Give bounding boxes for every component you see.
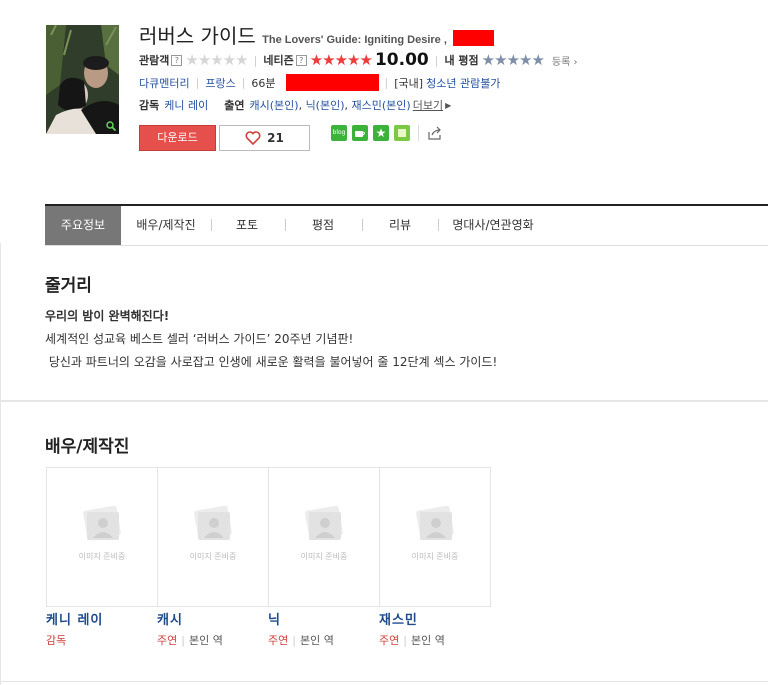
register-rating-link[interactable]: 등록 › (552, 53, 578, 68)
image-placeholder-icon (416, 506, 454, 541)
ratings-row: 관람객 ? ★★★★★ | 네티즌 ? ★★★★★ 10.00 | 내 평점 ★… (139, 50, 578, 70)
placeholder-text: 이미지 준비중 (300, 552, 348, 561)
section-divider (0, 681, 768, 682)
cast-card-image[interactable]: 이미지 준비중 (46, 467, 158, 607)
like-count: 21 (267, 131, 284, 145)
redacted-release-date (285, 74, 379, 91)
placeholder-text: 이미지 준비중 (189, 552, 237, 561)
synopsis-heading: 줄거리 (45, 276, 92, 296)
heart-icon (245, 131, 261, 145)
cafe-icon[interactable] (352, 125, 368, 141)
blog-icon[interactable]: blog (331, 125, 347, 141)
divider (418, 125, 419, 141)
divider: | (195, 76, 200, 89)
placeholder-text: 이미지 준비중 (78, 552, 126, 561)
share-icon[interactable] (427, 125, 443, 141)
info-row: 다큐멘터리 | 프랑스 | 66분 | [국내] 청소년 관람불가 (139, 74, 500, 91)
title-english: The Lovers' Guide: Igniting Desire , (262, 34, 447, 46)
role-type: 주연 (379, 634, 400, 647)
person-name-link[interactable]: 케니 레이 (46, 609, 103, 628)
movie-title: 러버스 가이드 The Lovers' Guide: Igniting Desi… (139, 20, 495, 49)
cast-label: 출연 (224, 99, 245, 112)
person-role: 주연 | 본인 역 (379, 634, 445, 647)
director-link[interactable]: 케니 레이 (164, 97, 208, 113)
genre-link[interactable]: 다큐멘터리 (139, 75, 190, 91)
redacted-year (453, 29, 495, 46)
tab-ratings[interactable]: 평점 (285, 206, 361, 245)
more-cast-link[interactable]: 더보기 (413, 97, 443, 113)
divider: | (241, 76, 246, 89)
director-label: 감독 (139, 99, 160, 112)
country-link[interactable]: 프랑스 (205, 75, 235, 91)
help-icon[interactable]: ? (295, 54, 307, 66)
synopsis-line: 당신과 파트너의 오감을 사로잡고 인생에 새로운 활력을 불어넣어 줄 12단… (45, 355, 498, 369)
tab-photos[interactable]: 포토 (211, 206, 283, 245)
caret-right-icon: ▶ (445, 100, 452, 110)
synopsis-line: 세계적인 성교육 베스트 셀러 ‘러버스 가이드’ 20주년 기념판! (45, 332, 354, 346)
tab-reviews[interactable]: 리뷰 (362, 206, 438, 245)
person-role: 주연 | 본인 역 (268, 634, 334, 647)
image-placeholder-icon (83, 506, 121, 541)
role-name: 본인 역 (410, 634, 445, 647)
divider: | (253, 53, 258, 67)
share-icons: blog ★ (331, 125, 443, 141)
person-role: 주연 | 본인 역 (157, 634, 223, 647)
audience-rating-label: 관람객 (139, 54, 170, 67)
synopsis-body: 우리의 밤이 완벽해진다! 세계적인 성교육 베스트 셀러 ‘러버스 가이드’ … (45, 305, 497, 374)
cast-card-image[interactable]: 이미지 준비중 (268, 467, 380, 607)
netizen-score: 10.00 (374, 50, 429, 70)
divider: | (384, 76, 389, 89)
cast-heading: 배우/제작진 (45, 437, 130, 457)
cast-link-1[interactable]: 캐시(본인) (249, 97, 298, 113)
audience-stars: ★★★★★ (185, 50, 248, 69)
credits-row: 감독 케니 레이 출연 캐시(본인), 닉(본인), 재스민(본인) 더보기 ▶ (139, 97, 452, 113)
role-type: 주연 (268, 634, 289, 647)
tab-cast-crew[interactable]: 배우/제작진 (121, 206, 211, 245)
help-icon[interactable]: ? (171, 54, 183, 66)
tab-main-info[interactable]: 주요정보 (45, 206, 121, 245)
placeholder-text: 이미지 준비중 (411, 552, 459, 561)
zoom-icon[interactable] (106, 121, 116, 131)
netizen-stars: ★★★★★ (309, 50, 373, 69)
my-rating-label: 내 평점 (444, 54, 479, 67)
chevron-right-icon: › (573, 56, 578, 68)
netizen-rating-label: 네티즌 (263, 54, 294, 67)
grade-prefix: [국내] (394, 76, 424, 90)
synopsis-tagline: 우리의 밤이 완벽해진다! (45, 309, 170, 323)
role-name: 본인 역 (299, 634, 334, 647)
image-placeholder-icon (194, 506, 232, 541)
person-name-link[interactable]: 닉 (268, 609, 281, 628)
person-name-link[interactable]: 재스민 (379, 609, 418, 628)
divider: | (434, 53, 439, 67)
person-name-link[interactable]: 캐시 (157, 609, 183, 628)
movie-poster[interactable] (46, 25, 119, 134)
tab-quotes-related[interactable]: 명대사/연관영화 (438, 206, 548, 245)
my-rating-stars[interactable]: ★★★★★ (482, 52, 545, 68)
role-type: 감독 (46, 634, 67, 647)
download-button[interactable]: 다운로드 (139, 125, 216, 151)
cast-link-2[interactable]: 닉(본인) (306, 97, 345, 113)
section-divider (0, 400, 768, 402)
star-icon[interactable]: ★ (373, 125, 389, 141)
me2day-icon[interactable] (394, 125, 410, 141)
like-button[interactable]: 21 (219, 125, 310, 151)
image-placeholder-icon (305, 506, 343, 541)
role-type: 주연 (157, 634, 178, 647)
cast-card-image[interactable]: 이미지 준비중 (157, 467, 269, 607)
tab-bar: 주요정보 배우/제작진 포토 평점 리뷰 명대사/연관영화 (45, 204, 768, 246)
cast-card-image[interactable]: 이미지 준비중 (379, 467, 491, 607)
person-role: 감독 (46, 632, 66, 648)
role-name: 본인 역 (188, 634, 223, 647)
grade-link[interactable]: 청소년 관람불가 (426, 75, 500, 91)
title-korean: 러버스 가이드 (139, 24, 256, 48)
cast-link-3[interactable]: 재스민(본인) (352, 97, 411, 113)
content-border (0, 243, 1, 685)
runtime: 66분 (251, 76, 276, 90)
